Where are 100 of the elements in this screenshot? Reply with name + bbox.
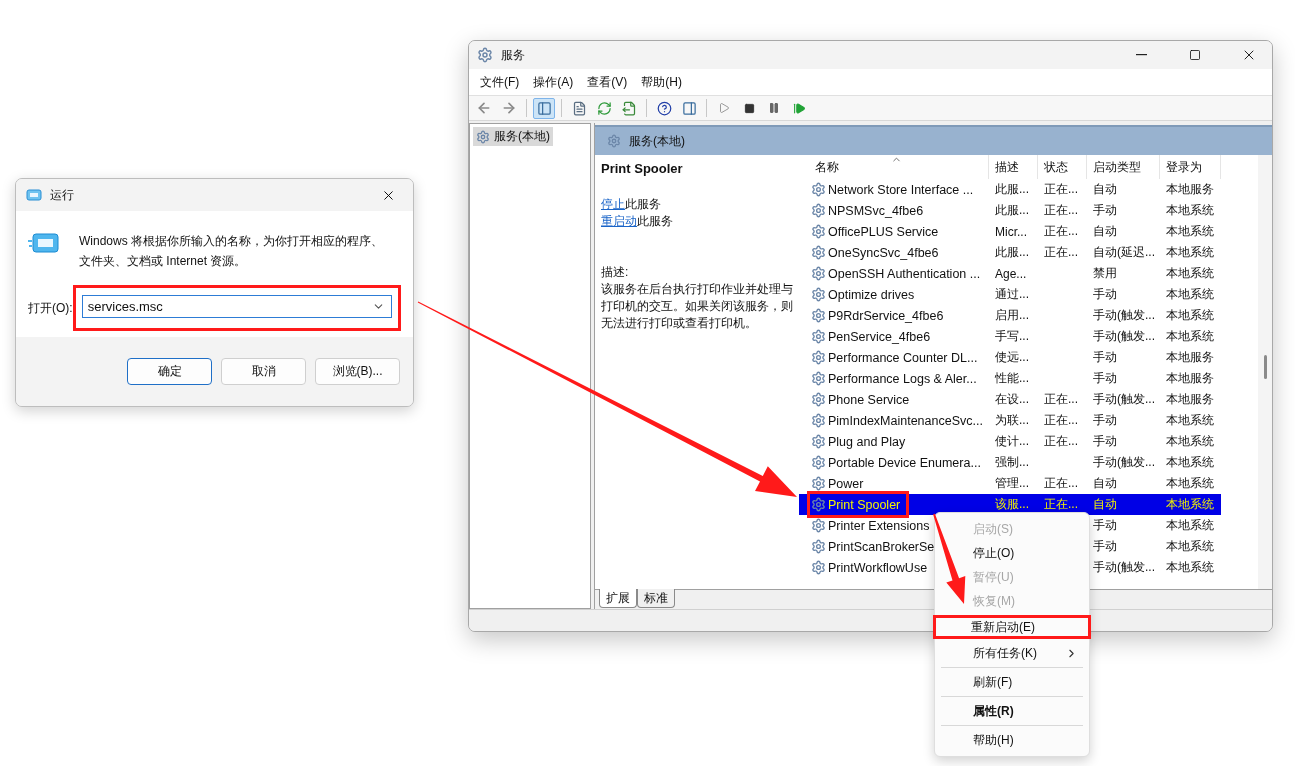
action-text: 停止此服务: [601, 196, 662, 213]
table-cell: 本地系统: [1166, 266, 1214, 280]
table-cell: 手动: [1093, 203, 1117, 217]
minimize-icon: [1135, 54, 1147, 56]
scroll-thumb[interactable]: [1263, 355, 1267, 379]
table-cell: 自动: [1093, 476, 1117, 490]
service-name: Power: [828, 476, 864, 491]
table-cell: 本地系统: [1166, 539, 1214, 553]
table-cell: 手动: [1093, 413, 1117, 427]
service-name: OpenSSH Authentication ...: [828, 266, 981, 281]
gear-icon: [811, 266, 826, 281]
table-cell: 本地系统: [1166, 476, 1214, 490]
gear-icon: [811, 371, 826, 386]
view-tab[interactable]: 标准: [637, 589, 675, 608]
service-name: NPSMSvc_4fbe6: [828, 203, 924, 218]
service-name: Plug and Play: [828, 434, 906, 449]
gear-icon: [811, 434, 826, 449]
table-cell: 本地系统: [1166, 203, 1214, 217]
scrollbar[interactable]: [1258, 155, 1272, 589]
table-cell: 自动: [1093, 224, 1117, 238]
service-name: P9RdrService_4fbe6: [828, 308, 944, 323]
console-tree-button[interactable]: [533, 97, 555, 119]
table-cell: 使远...: [995, 350, 1029, 364]
table-cell: 在设...: [995, 392, 1029, 406]
dialog-button[interactable]: 浏览(B)...: [315, 358, 400, 385]
table-cell: 该服...: [995, 497, 1029, 511]
menu-item[interactable]: 刷新(F): [935, 670, 1089, 694]
play-icon: [718, 102, 730, 114]
table-cell: 此服...: [995, 182, 1029, 196]
gear-icon: [811, 518, 826, 533]
selected-row[interactable]: Print Spooler 该服... 正在... 自动 本地系统: [799, 494, 1221, 515]
arrow-left-icon: [476, 100, 492, 116]
table-cell: 本地系统: [1166, 455, 1214, 469]
table-cell: 此服...: [995, 245, 1029, 259]
service-name: Optimize drives: [828, 287, 915, 302]
menu-entry[interactable]: 帮助(H): [634, 70, 689, 94]
gear-icon: [811, 413, 826, 428]
run-icon: [28, 231, 60, 255]
command-combobox[interactable]: services.msc: [81, 295, 392, 318]
menu-item[interactable]: 帮助(H): [935, 728, 1089, 752]
action-link[interactable]: 重启动: [601, 214, 637, 228]
table-cell: 正在...: [1044, 476, 1078, 490]
maximize-icon: [1189, 49, 1201, 61]
table-cell: 管理...: [995, 476, 1029, 490]
table-cell: 正在...: [1044, 497, 1078, 511]
menu-item[interactable]: 重新启动(E): [933, 615, 1091, 639]
table-cell: 此服...: [995, 203, 1029, 217]
column-label: 状态: [1044, 158, 1068, 176]
gear-icon: [811, 497, 826, 512]
table-cell: 手动: [1093, 371, 1117, 385]
table-cell: 手动(触发...: [1093, 560, 1155, 574]
table-cell: 正在...: [1044, 413, 1078, 427]
gear-icon: [811, 560, 826, 575]
table-cell: 本地系统: [1166, 224, 1214, 238]
dialog-message: Windows 将根据你所输入的名称，为你打开相应的程序、文件夹、文档或 Internet 资源。: [79, 233, 384, 270]
table-cell: 正在...: [1044, 245, 1078, 259]
gear-icon: [476, 129, 490, 144]
gear-icon: [811, 392, 826, 407]
service-name: Network Store Interface ...: [828, 182, 974, 197]
service-name: Performance Counter DL...: [828, 350, 978, 365]
table-cell: 手动: [1093, 350, 1117, 364]
gear-icon: [811, 308, 826, 323]
tree-label: 服务(本地): [494, 128, 550, 145]
menu-item[interactable]: 属性(R): [935, 699, 1089, 723]
menu-item[interactable]: 所有任务(K): [935, 641, 1089, 665]
service-name: Portable Device Enumera...: [828, 455, 981, 470]
table-cell: 自动(延迟...: [1093, 245, 1155, 259]
table-cell: 禁用: [1093, 266, 1117, 280]
table-cell: 自动: [1093, 182, 1117, 196]
menu-entry[interactable]: 查看(V): [580, 70, 635, 94]
description-text: 该服务在后台执行打印作业并处理与打印机的交互。如果关闭该服务，则无法进行打印或查看打印机。: [601, 281, 794, 332]
description-label: 描述:: [601, 264, 630, 281]
action-link[interactable]: 停止: [601, 197, 625, 211]
service-name: PimIndexMaintenanceSvc...: [828, 413, 983, 428]
service-title: Print Spooler: [601, 161, 684, 176]
menu-entry[interactable]: 文件(F): [473, 70, 527, 94]
table-cell: 本地服务: [1166, 182, 1214, 196]
dialog-button[interactable]: 取消: [221, 358, 306, 385]
view-tab[interactable]: 扩展: [599, 589, 637, 608]
table-cell: 手动: [1093, 434, 1117, 448]
table-cell: 本地系统: [1166, 413, 1214, 427]
column-label: 名称: [815, 158, 839, 176]
menu-item[interactable]: 停止(O): [935, 541, 1089, 565]
table-cell: 正在...: [1044, 392, 1078, 406]
table-cell: 启用...: [995, 308, 1029, 322]
gear-icon: [811, 455, 826, 470]
table-cell: 为联...: [995, 413, 1029, 427]
gear-icon: [477, 47, 493, 63]
tree-item[interactable]: 服务(本地): [473, 127, 553, 146]
gear-icon: [811, 245, 826, 260]
table-cell: 本地服务: [1166, 371, 1214, 385]
gear-icon: [811, 182, 826, 197]
service-name: Performance Logs & Aler...: [828, 371, 977, 386]
table-cell: Age...: [995, 266, 1027, 281]
table-cell: 使计...: [995, 434, 1029, 448]
menu-entry[interactable]: 操作(A): [526, 70, 581, 94]
dialog-button[interactable]: 确定: [127, 358, 212, 385]
stop-icon: [743, 102, 755, 114]
window-icon: [26, 189, 42, 201]
service-name: PrintScanBrokerSe: [828, 539, 935, 554]
